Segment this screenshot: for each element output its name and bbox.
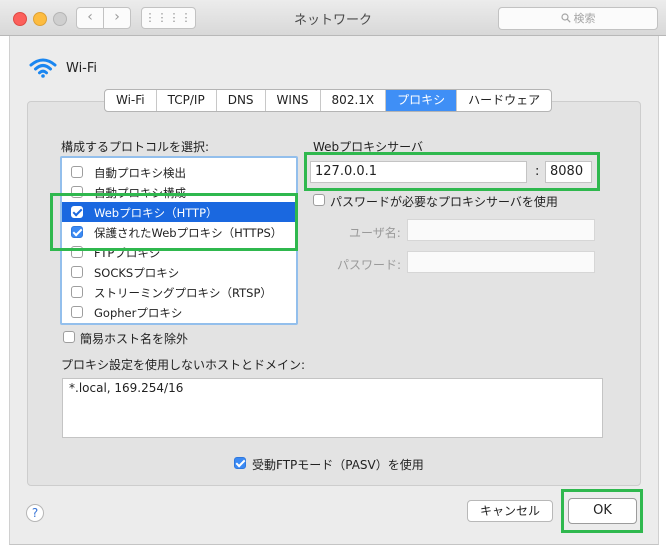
tab-bar: Wi-Fi TCP/IP DNS WINS 802.1X プロキシ ハードウェア	[104, 89, 553, 112]
search-placeholder: 検索	[573, 12, 596, 25]
wifi-icon	[29, 58, 57, 78]
search-field[interactable]: 検索	[498, 7, 658, 30]
highlight-box-ok	[561, 489, 643, 533]
passive-ftp-checkbox[interactable]	[234, 457, 246, 469]
protocol-label: ストリーミングプロキシ（RTSP）	[94, 286, 272, 300]
protocol-checkbox[interactable]	[71, 266, 83, 278]
title-bar: ‹ › ⋮⋮⋮⋮ ネットワーク 検索	[0, 0, 666, 36]
protocol-checkbox[interactable]	[71, 306, 83, 318]
password-input[interactable]	[407, 251, 595, 273]
passive-ftp-label: 受動FTPモード（PASV）を使用	[252, 458, 424, 472]
protocol-item-auto-detect[interactable]: 自動プロキシ検出	[62, 162, 296, 182]
protocol-checkbox[interactable]	[71, 166, 83, 178]
password-label: パスワード:	[337, 258, 402, 272]
password-required-checkbox[interactable]	[313, 194, 325, 206]
protocols-heading: 構成するプロトコルを選択:	[61, 140, 210, 154]
tab-hardware[interactable]: ハードウェア	[457, 90, 551, 111]
tab-wins[interactable]: WINS	[266, 90, 321, 111]
protocol-checkbox[interactable]	[71, 286, 83, 298]
protocol-item-streaming-rtsp[interactable]: ストリーミングプロキシ（RTSP）	[62, 282, 296, 302]
username-label: ユーザ名:	[349, 226, 401, 240]
tab-proxies[interactable]: プロキシ	[386, 90, 458, 111]
exclude-simple-hostnames-label: 簡易ホスト名を除外	[80, 332, 189, 346]
tab-tcpip[interactable]: TCP/IP	[157, 90, 217, 111]
bypass-textarea[interactable]: *.local, 169.254/16	[62, 378, 603, 438]
username-input[interactable]	[407, 219, 595, 241]
tab-8021x[interactable]: 802.1X	[321, 90, 387, 111]
tab-wifi[interactable]: Wi-Fi	[105, 90, 157, 111]
search-icon	[560, 13, 571, 23]
tab-dns[interactable]: DNS	[217, 90, 266, 111]
protocol-item-socks[interactable]: SOCKSプロキシ	[62, 262, 296, 282]
interface-name: Wi-Fi	[66, 61, 98, 76]
protocol-label: SOCKSプロキシ	[94, 266, 180, 280]
protocol-item-gopher[interactable]: Gopherプロキシ	[62, 302, 296, 322]
help-button[interactable]: ?	[26, 504, 44, 522]
protocol-label: Gopherプロキシ	[94, 306, 183, 320]
bypass-heading: プロキシ設定を使用しないホストとドメイン:	[61, 358, 306, 372]
password-required-label: パスワードが必要なプロキシサーバを使用	[330, 195, 558, 209]
exclude-simple-hostnames-checkbox[interactable]	[63, 331, 75, 343]
highlight-box-protocols	[50, 193, 298, 251]
protocol-label: 自動プロキシ検出	[94, 166, 186, 180]
highlight-box-proxy-server	[304, 152, 600, 191]
cancel-button[interactable]: キャンセル	[467, 500, 553, 522]
